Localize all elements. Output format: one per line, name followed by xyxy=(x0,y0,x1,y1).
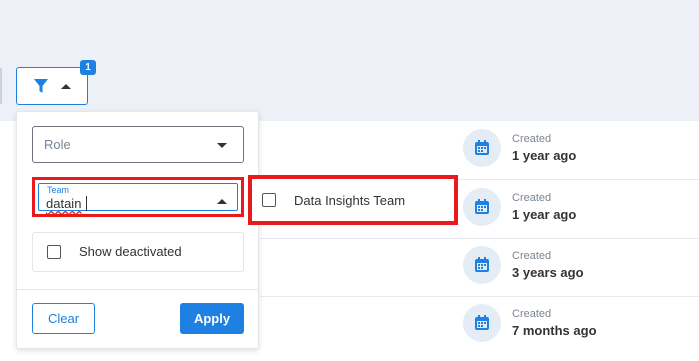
team-option-checkbox[interactable] xyxy=(262,193,276,207)
toolbar-edge xyxy=(0,68,2,104)
filter-button[interactable] xyxy=(16,67,88,105)
filter-count-badge: 1 xyxy=(80,60,96,75)
calendar-icon xyxy=(463,129,501,167)
created-value: 7 months ago xyxy=(512,323,597,338)
calendar-icon xyxy=(463,246,501,284)
team-option-label: Data Insights Team xyxy=(294,193,406,208)
chevron-up-icon xyxy=(61,83,71,89)
show-deactivated-checkbox[interactable] xyxy=(47,245,61,259)
team-input[interactable]: Team datain xyxy=(38,183,238,211)
created-value: 1 year ago xyxy=(512,148,577,163)
created-value: 1 year ago xyxy=(512,207,577,222)
page-header-band xyxy=(0,0,699,121)
created-label: Created xyxy=(512,308,552,320)
panel-divider xyxy=(17,289,258,290)
table-row[interactable]: Created 3 years ago xyxy=(260,238,699,297)
chevron-up-icon xyxy=(217,199,227,204)
filter-panel: Role Team datain Show deactivated Clear … xyxy=(16,111,259,349)
chevron-down-icon xyxy=(217,143,227,148)
clear-button[interactable]: Clear xyxy=(32,303,95,334)
apply-button[interactable]: Apply xyxy=(180,303,244,334)
team-input-value[interactable]: datain xyxy=(46,196,81,211)
created-label: Created xyxy=(512,192,552,204)
calendar-icon xyxy=(463,304,501,342)
created-label: Created xyxy=(512,250,552,262)
role-placeholder: Role xyxy=(44,137,71,152)
role-select[interactable]: Role xyxy=(32,126,244,163)
team-search-field[interactable]: Team datain xyxy=(32,177,244,217)
team-field-label: Team xyxy=(47,185,70,195)
team-option-item[interactable]: Data Insights Team xyxy=(248,175,458,225)
funnel-icon xyxy=(34,79,48,93)
created-value: 3 years ago xyxy=(512,265,584,280)
calendar-icon xyxy=(463,188,501,226)
created-label: Created xyxy=(512,133,552,145)
table-row[interactable]: Created 1 year ago xyxy=(260,121,699,180)
table-row[interactable]: Created 7 months ago xyxy=(260,296,699,354)
text-cursor xyxy=(86,196,87,211)
show-deactivated-label: Show deactivated xyxy=(79,244,182,259)
show-deactivated-option[interactable]: Show deactivated xyxy=(32,232,244,272)
